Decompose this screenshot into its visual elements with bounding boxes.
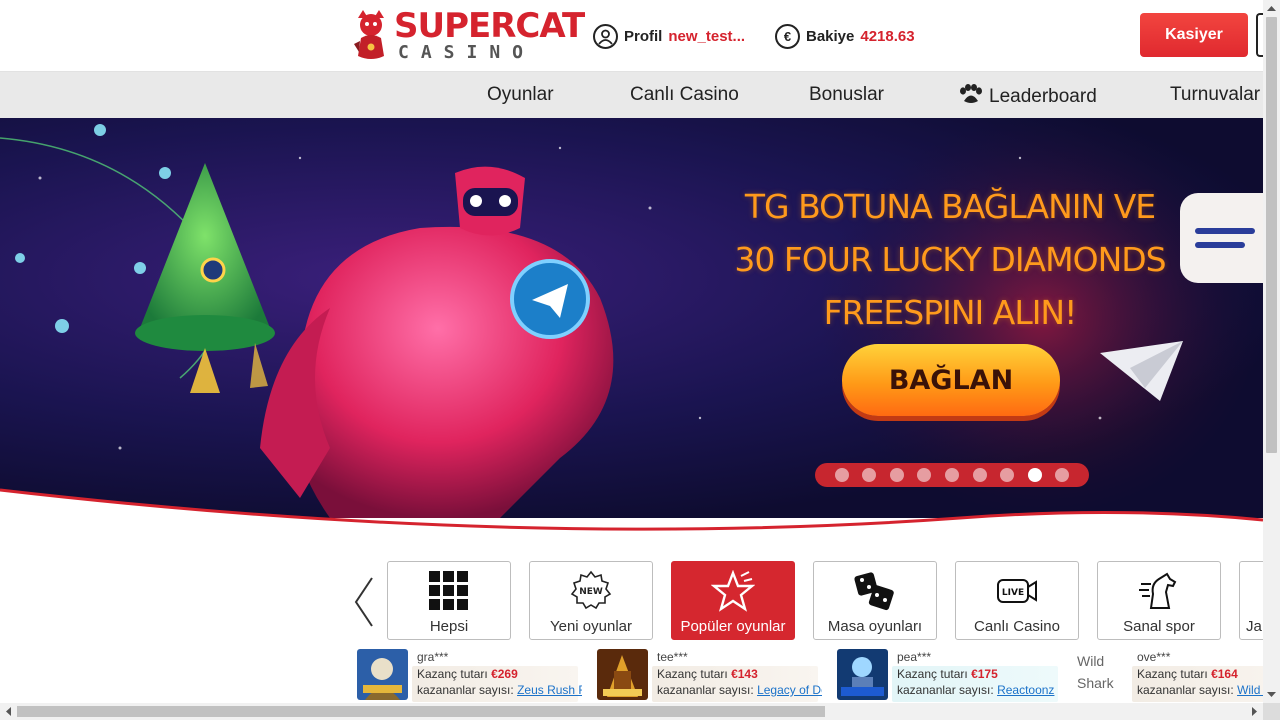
winner-amount: Kazanç tutarı €143 [657,667,758,681]
winner-amount-label: Kazanç tutarı [897,667,968,681]
winner-username: gra*** [417,650,449,664]
grid-icon [388,570,510,612]
profile-label: Profil [624,27,663,45]
site-header: SUPERCAT CASINO Profil new_test... € Bak… [0,0,1268,72]
category-live-casino[interactable]: LIVE Canlı Casino [955,561,1079,640]
broken-game-thumbnail[interactable]: Wild Shark [1077,650,1133,694]
winner-count: kazananlar sayısı: Reactoonz [897,683,1062,697]
supercat-logo[interactable]: SUPERCAT CASINO [350,6,585,66]
svg-text:NEW: NEW [579,587,603,597]
category-virtual-sports[interactable]: Sanal spor [1097,561,1221,640]
scroll-left-arrow-icon[interactable] [0,703,17,720]
balance-display: € Bakiye 4218.63 [775,23,915,49]
cat-mascot-icon [354,10,384,59]
winner-count-label: kazananlar sayısı: [1137,683,1234,697]
winner-amount-value: €175 [971,667,998,681]
banner-headline-line: FREESPINI ALIN! [823,293,1078,332]
balance-label: Bakiye [806,27,855,45]
main-nav: Oyunlar Canlı Casino Bonuslar Leaderboar… [0,72,1263,118]
horizontal-scrollbar[interactable] [0,703,1263,720]
category-popular-games[interactable]: Popüler oyunlar [671,561,795,640]
nav-item-tournaments[interactable]: Turnuvalar [1170,84,1260,106]
winner-amount: Kazanç tutarı €175 [897,667,998,681]
game-thumbnail[interactable] [357,649,408,700]
logo-wordmark: SUPERCAT [394,6,585,46]
winner-count: kazananlar sayısı: Legacy of De... [657,683,822,697]
winner-count-label: kazananlar sayısı: [897,683,994,697]
winner-username: pea*** [897,650,932,664]
winner-game-link[interactable]: Zeus Rush F... [517,683,582,697]
scroll-up-arrow-icon[interactable] [1263,0,1280,17]
promo-banner[interactable]: TG BOTUNA BAĞLANIN VE 30 FOUR LUCKY DIAM… [0,118,1263,518]
winner-amount-label: Kazanç tutarı [1137,667,1208,681]
winner-game-link[interactable]: Reactoonz [997,683,1054,697]
banner-headline-line: TG BOTUNA BAĞLANIN VE [744,187,1156,226]
winner-username: ove*** [1137,650,1171,664]
banner-headline-line: 30 FOUR LUCKY DIAMONDS [734,240,1166,279]
category-all[interactable]: Hepsi [387,561,511,640]
vertical-scrollbar[interactable] [1263,0,1280,703]
scrollbar-thumb[interactable] [17,706,825,717]
connect-button[interactable]: BAĞLAN [842,344,1060,416]
category-table-games[interactable]: Masa oyunları [813,561,937,640]
game-thumbnail[interactable] [837,649,888,700]
logo-subtitle: CASINO [398,42,536,63]
winner-count: kazananlar sayısı: Zeus Rush F... [417,683,582,697]
profile-username: new_test... [668,27,746,45]
winner-amount-label: Kazanç tutarı [657,667,728,681]
cashier-button[interactable]: Kasiyer [1140,13,1248,57]
category-new-games[interactable]: NEW Yeni oyunlar [529,561,653,640]
new-badge-icon: NEW [530,570,652,612]
nav-item-label: Leaderboard [989,86,1097,107]
scroll-down-arrow-icon[interactable] [1263,686,1280,703]
winner-amount-value: €164 [1211,667,1238,681]
star-icon [672,570,794,612]
horse-icon [1098,570,1220,612]
nav-item-live-casino[interactable]: Canlı Casino [630,84,739,106]
winner-count: kazananlar sayısı: Wild S [1137,683,1263,697]
winner-amount-label: Kazanç tutarı [417,667,488,681]
winner-game-link[interactable]: Legacy of De... [757,683,822,697]
category-label: Canlı Casino [974,618,1060,635]
category-label: Popüler oyunlar [680,618,786,635]
scrollbar-thumb[interactable] [1266,17,1277,453]
game-thumbnail[interactable] [597,649,648,700]
nav-item-games[interactable]: Oyunlar [487,84,554,106]
nav-item-bonuses[interactable]: Bonuslar [809,84,884,106]
scrollbar-corner [1263,703,1280,720]
scroll-right-arrow-icon[interactable] [1246,703,1263,720]
winner-username: tee*** [657,650,688,664]
live-icon: LIVE [956,570,1078,612]
category-label: Sanal spor [1123,618,1195,635]
chevron-left-icon[interactable] [352,576,376,628]
nav-item-leaderboard[interactable]: Leaderboard [958,84,1097,108]
banner-wave-divider [0,488,1263,540]
balance-value: 4218.63 [860,27,915,45]
category-label: Hepsi [429,618,469,635]
winner-game-link[interactable]: Wild S [1237,683,1263,697]
winner-count-label: kazananlar sayısı: [657,683,754,697]
banner-headline: TG BOTUNA BAĞLANIN VE 30 FOUR LUCKY DIAM… [720,180,1180,339]
winner-amount-value: €143 [731,667,758,681]
winner-amount-value: €269 [491,667,518,681]
svg-text:LIVE: LIVE [1002,588,1024,598]
user-icon [593,23,618,49]
category-label: Yeni oyunlar [549,618,632,635]
category-label: Masa oyunları [827,618,923,635]
dice-icon [814,570,936,612]
euro-icon: € [775,23,800,49]
profile-link[interactable]: Profil new_test... [593,23,745,49]
paw-icon [960,84,982,103]
winner-amount: Kazanç tutarı €164 [1137,667,1238,681]
winner-item[interactable]: Wild Shark ove*** Kazanç tutarı €164 kaz… [1077,648,1263,702]
winner-count-label: kazananlar sayısı: [417,683,514,697]
winner-amount: Kazanç tutarı €269 [417,667,518,681]
